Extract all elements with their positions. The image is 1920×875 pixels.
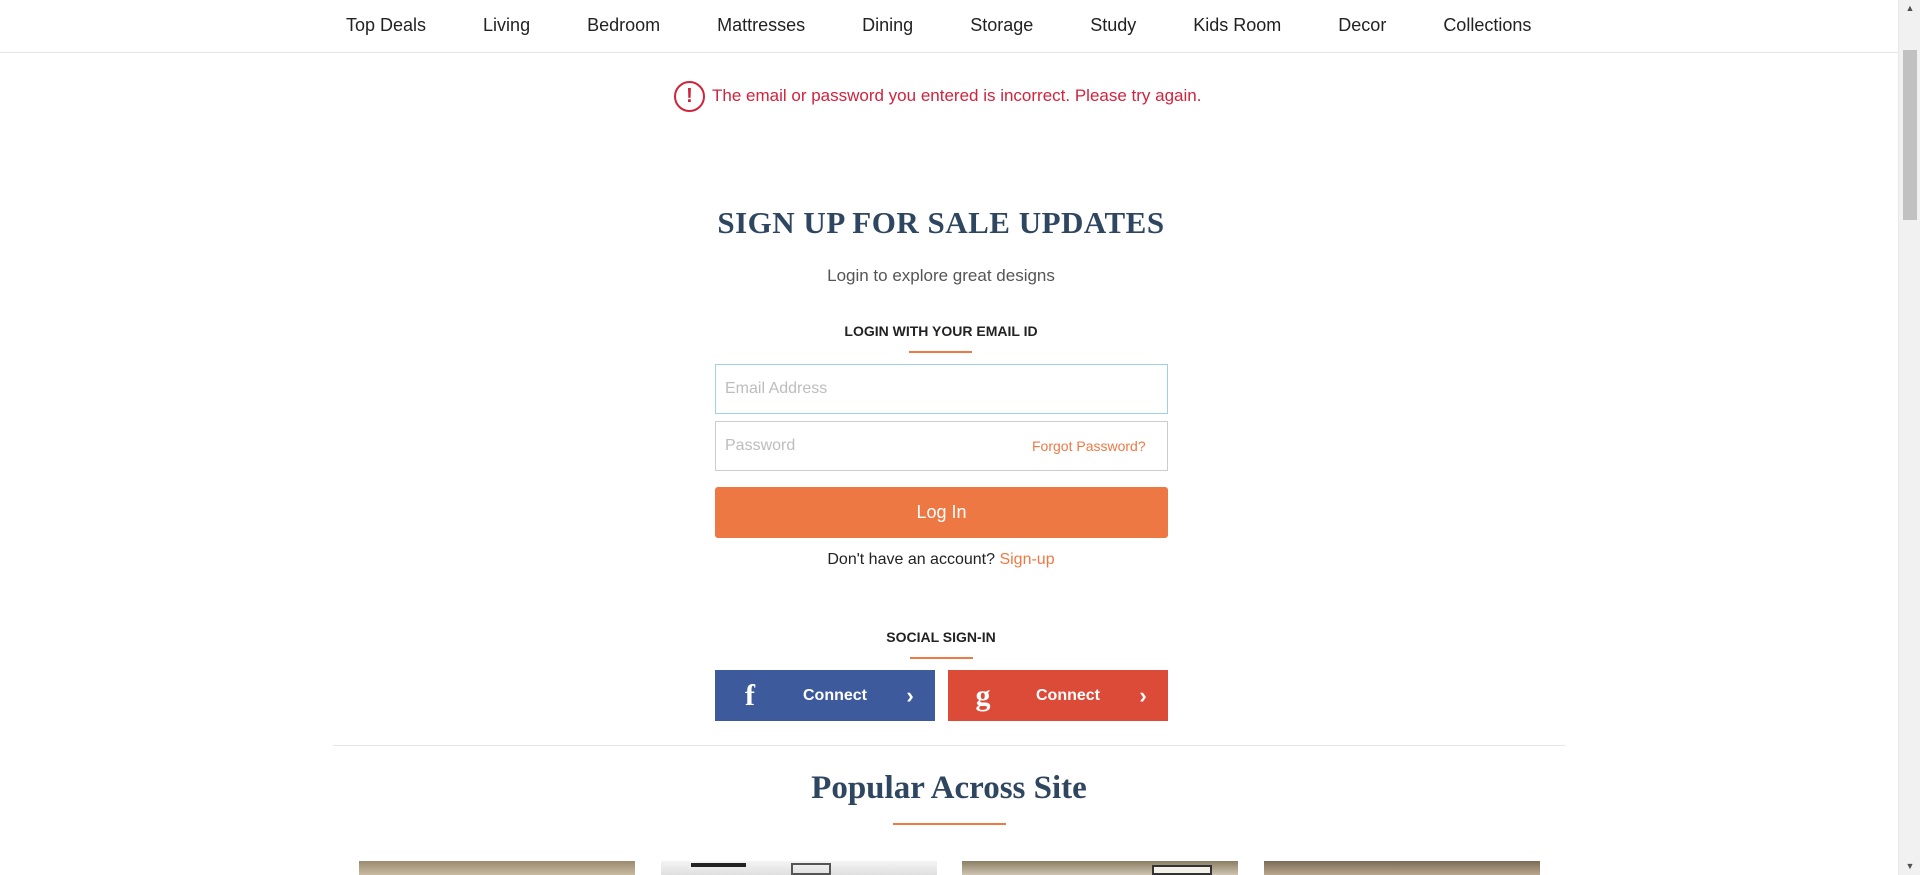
email-login-section-title: LOGIN WITH YOUR EMAIL ID [844, 323, 1038, 339]
exclamation-circle-icon: ! [674, 80, 705, 112]
nav-item-decor[interactable]: Decor [1338, 0, 1386, 53]
chevron-right-icon: › [1139, 682, 1147, 708]
nav-item-collections[interactable]: Collections [1443, 0, 1531, 53]
facebook-icon: f [745, 678, 755, 712]
wall-frame [791, 863, 831, 875]
scroll-down-arrow-icon[interactable]: ▼ [1899, 858, 1920, 875]
scrollbar-thumb[interactable] [1903, 50, 1917, 220]
section-underline [893, 823, 1006, 825]
nav-item-dining[interactable]: Dining [862, 0, 913, 53]
google-connect-button[interactable]: g Connect › [948, 670, 1168, 721]
chevron-right-icon: › [906, 682, 914, 708]
signup-prompt: Don't have an account? Sign-up [0, 551, 1882, 569]
social-signin-title: SOCIAL SIGN-IN [886, 629, 996, 645]
nav-item-kids-room[interactable]: Kids Room [1193, 0, 1281, 53]
nav-item-study[interactable]: Study [1090, 0, 1136, 53]
nav-item-storage[interactable]: Storage [970, 0, 1033, 53]
nav-item-living[interactable]: Living [483, 0, 530, 53]
login-error-message: ! The email or password you entered is i… [674, 80, 1201, 112]
signup-prompt-text: Don't have an account? [827, 551, 995, 568]
login-button[interactable]: Log In [715, 487, 1168, 538]
section-underline [909, 351, 972, 353]
nav-item-bedroom[interactable]: Bedroom [587, 0, 660, 53]
popular-section-title: Popular Across Site [811, 770, 1087, 806]
forgot-password-link[interactable]: Forgot Password? [1032, 438, 1146, 454]
category-menu: Top Deals Living Bedroom Mattresses Dini… [346, 0, 1588, 53]
vertical-scrollbar[interactable]: ▲ ▼ [1898, 0, 1920, 875]
nav-item-top-deals[interactable]: Top Deals [346, 0, 426, 53]
facebook-connect-button[interactable]: f Connect › [715, 670, 935, 721]
section-underline [910, 657, 973, 659]
product-thumbnail[interactable] [359, 861, 635, 875]
nav-item-mattresses[interactable]: Mattresses [717, 0, 805, 53]
google-icon: g [975, 678, 991, 712]
page-subtitle: Login to explore great designs [827, 266, 1055, 285]
top-navigation: Top Deals Living Bedroom Mattresses Dini… [0, 0, 1898, 53]
email-field[interactable] [715, 364, 1168, 414]
scroll-up-arrow-icon[interactable]: ▲ [1899, 0, 1920, 17]
wall-frame [691, 863, 746, 867]
signup-link[interactable]: Sign-up [999, 551, 1054, 568]
section-divider [333, 745, 1565, 746]
google-connect-label: Connect [1036, 686, 1100, 704]
error-text: The email or password you entered is inc… [712, 86, 1202, 105]
product-thumbnail[interactable] [1264, 861, 1540, 875]
facebook-connect-label: Connect [803, 686, 867, 704]
page-title: SIGN UP FOR SALE UPDATES [717, 205, 1165, 240]
product-thumbnail[interactable] [661, 861, 937, 875]
product-thumbnail[interactable] [962, 861, 1238, 875]
wall-frame [1152, 865, 1212, 875]
